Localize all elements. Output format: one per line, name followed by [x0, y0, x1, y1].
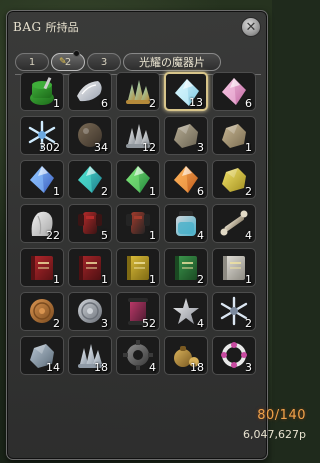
item-slot[interactable]: 1: [68, 248, 112, 287]
item-quantity: 5: [101, 229, 108, 242]
item-quantity: 2: [101, 185, 108, 198]
item-quantity: 1: [53, 185, 60, 198]
item-quantity: 34: [94, 141, 108, 154]
item-slot[interactable]: 14: [20, 336, 64, 375]
item-slot[interactable]: 18: [68, 336, 112, 375]
bag-capacity: 80/140: [257, 408, 306, 423]
item-slot[interactable]: 2: [212, 160, 256, 199]
tab-3[interactable]: 3: [87, 53, 121, 71]
item-slot[interactable]: 4: [164, 204, 208, 243]
item-slot[interactable]: 1: [212, 248, 256, 287]
item-slot[interactable]: 2: [20, 292, 64, 331]
item-slot[interactable]: 4: [212, 204, 256, 243]
close-icon: ✕: [245, 19, 257, 35]
item-quantity: 2: [149, 97, 156, 110]
item-quantity: 4: [245, 229, 252, 242]
item-quantity: 1: [101, 273, 108, 286]
item-slot[interactable]: 302: [20, 116, 64, 155]
title-bar[interactable]: BAG 所持品: [13, 19, 213, 39]
item-quantity: 3: [101, 317, 108, 330]
item-quantity: 6: [101, 97, 108, 110]
item-slot[interactable]: 6: [164, 160, 208, 199]
tab-crystals-label: 光耀の魔器片: [139, 56, 205, 69]
tab-2[interactable]: ✎ 2: [51, 50, 85, 71]
item-quantity: 1: [245, 141, 252, 154]
item-quantity: 4: [149, 361, 156, 374]
tab-1[interactable]: 1: [15, 53, 49, 71]
close-button[interactable]: ✕: [241, 17, 261, 37]
item-quantity: 2: [245, 317, 252, 330]
item-slot[interactable]: 3: [212, 336, 256, 375]
item-slot[interactable]: 2: [68, 160, 112, 199]
item-slot[interactable]: 5: [68, 204, 112, 243]
gil-amount: 6,047,627p: [243, 428, 306, 441]
item-slot[interactable]: 3: [164, 116, 208, 155]
item-slot[interactable]: 18: [164, 336, 208, 375]
item-quantity: 14: [46, 361, 60, 374]
item-quantity: 1: [245, 273, 252, 286]
item-quantity: 1: [53, 97, 60, 110]
tab-crystals[interactable]: 光耀の魔器片: [123, 53, 221, 71]
item-slot[interactable]: 2: [164, 248, 208, 287]
item-grid: 1 6 2 13 6 302 34 12 3 1 1 2 1 6 2 22 5 1 4 4 1 1 1 2 1 2 3 52 4 2 14 1…: [20, 72, 256, 375]
item-quantity: 6: [245, 97, 252, 110]
window-title: BAG: [13, 20, 42, 34]
notification-dot-icon: [73, 50, 80, 57]
item-quantity: 1: [149, 273, 156, 286]
tab-label: 1: [28, 56, 36, 68]
item-quantity: 1: [149, 185, 156, 198]
item-slot[interactable]: 6: [68, 72, 112, 111]
item-slot[interactable]: 12: [116, 116, 160, 155]
item-slot[interactable]: 2: [212, 292, 256, 331]
item-slot[interactable]: 3: [68, 292, 112, 331]
item-quantity: 18: [190, 361, 204, 374]
item-slot[interactable]: 2: [116, 72, 160, 111]
item-quantity: 2: [53, 317, 60, 330]
item-quantity: 12: [142, 141, 156, 154]
item-quantity: 1: [53, 273, 60, 286]
item-quantity: 3: [197, 141, 204, 154]
item-slot[interactable]: 1: [116, 204, 160, 243]
pen-icon: ✎: [59, 57, 67, 67]
item-quantity: 1: [149, 229, 156, 242]
item-slot[interactable]: 22: [20, 204, 64, 243]
item-slot[interactable]: 34: [68, 116, 112, 155]
item-slot[interactable]: 1: [20, 160, 64, 199]
item-slot[interactable]: 4: [116, 336, 160, 375]
item-quantity: 2: [245, 185, 252, 198]
item-slot[interactable]: 1: [20, 72, 64, 111]
item-slot[interactable]: 6: [212, 72, 256, 111]
item-slot[interactable]: 52: [116, 292, 160, 331]
item-quantity: 3: [245, 361, 252, 374]
item-slot[interactable]: 1: [116, 248, 160, 287]
item-slot[interactable]: 1: [20, 248, 64, 287]
item-quantity: 4: [197, 229, 204, 242]
item-quantity: 22: [46, 229, 60, 242]
item-quantity: 52: [142, 317, 156, 330]
tab-label: 3: [100, 56, 108, 68]
item-quantity: 13: [189, 96, 203, 109]
item-quantity: 2: [197, 273, 204, 286]
bag-tabs: 1 ✎ 2 3 光耀の魔器片: [15, 50, 221, 71]
item-quantity: 4: [197, 317, 204, 330]
item-slot[interactable]: 1: [116, 160, 160, 199]
item-quantity: 6: [197, 185, 204, 198]
item-slot[interactable]: 1: [212, 116, 256, 155]
window-subtitle: 所持品: [45, 21, 79, 34]
item-slot[interactable]: 4: [164, 292, 208, 331]
item-slot[interactable]: 13: [164, 72, 208, 111]
item-quantity: 18: [94, 361, 108, 374]
item-quantity: 302: [39, 141, 60, 154]
